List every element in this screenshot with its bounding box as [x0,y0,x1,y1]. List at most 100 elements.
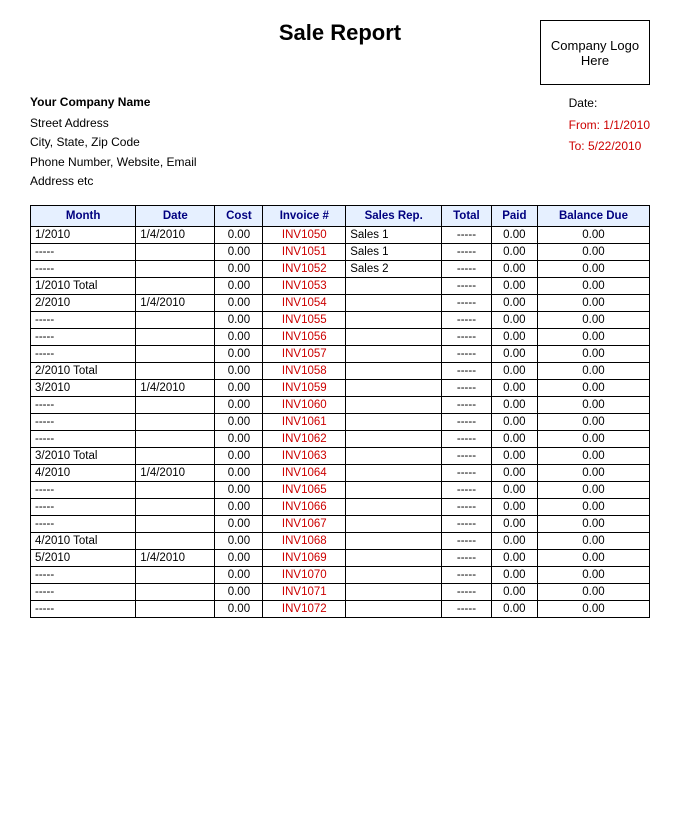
cell-8-3: INV1058 [263,362,346,379]
company-logo-box: Company Logo Here [540,20,650,85]
cell-4-1: 1/4/2010 [136,294,215,311]
cell-17-3: INV1067 [263,515,346,532]
cell-10-6: 0.00 [491,396,537,413]
cell-9-0: 3/2010 [31,379,136,396]
cell-20-0: ----- [31,566,136,583]
company-left: Your Company Name Street Address City, S… [30,93,197,191]
cell-7-2: 0.00 [215,345,263,362]
cell-1-6: 0.00 [491,243,537,260]
cell-15-4 [346,481,442,498]
cell-8-1 [136,362,215,379]
cell-21-2: 0.00 [215,583,263,600]
table-row: -----0.00INV1051Sales 1-----0.000.00 [31,243,650,260]
cell-19-4 [346,549,442,566]
cell-10-0: ----- [31,396,136,413]
table-row: 4/2010 Total0.00INV1068-----0.000.00 [31,532,650,549]
cell-1-7: 0.00 [537,243,649,260]
cell-6-4 [346,328,442,345]
cell-7-6: 0.00 [491,345,537,362]
cell-5-1 [136,311,215,328]
cell-6-3: INV1056 [263,328,346,345]
cell-16-5: ----- [442,498,492,515]
cell-16-3: INV1066 [263,498,346,515]
cell-20-4 [346,566,442,583]
cell-9-2: 0.00 [215,379,263,396]
company-address-etc: Address etc [30,172,197,191]
cell-2-6: 0.00 [491,260,537,277]
cell-9-7: 0.00 [537,379,649,396]
cell-1-0: ----- [31,243,136,260]
cell-3-3: INV1053 [263,277,346,294]
cell-6-7: 0.00 [537,328,649,345]
cell-19-7: 0.00 [537,549,649,566]
cell-14-4 [346,464,442,481]
cell-21-1 [136,583,215,600]
col-header-sales-rep: Sales Rep. [346,205,442,226]
cell-2-2: 0.00 [215,260,263,277]
cell-9-6: 0.00 [491,379,537,396]
cell-18-0: 4/2010 Total [31,532,136,549]
cell-17-5: ----- [442,515,492,532]
cell-5-5: ----- [442,311,492,328]
cell-6-0: ----- [31,328,136,345]
cell-12-2: 0.00 [215,430,263,447]
cell-4-0: 2/2010 [31,294,136,311]
cell-17-7: 0.00 [537,515,649,532]
cell-18-3: INV1068 [263,532,346,549]
cell-21-7: 0.00 [537,583,649,600]
cell-22-6: 0.00 [491,600,537,617]
col-header-date: Date [136,205,215,226]
cell-13-4 [346,447,442,464]
cell-4-6: 0.00 [491,294,537,311]
table-row: 3/20101/4/20100.00INV1059-----0.000.00 [31,379,650,396]
company-city: City, State, Zip Code [30,133,197,152]
cell-8-5: ----- [442,362,492,379]
cell-11-2: 0.00 [215,413,263,430]
cell-1-5: ----- [442,243,492,260]
cell-2-3: INV1052 [263,260,346,277]
table-row: 2/20101/4/20100.00INV1054-----0.000.00 [31,294,650,311]
cell-17-0: ----- [31,515,136,532]
cell-20-6: 0.00 [491,566,537,583]
cell-12-0: ----- [31,430,136,447]
cell-0-3: INV1050 [263,226,346,243]
cell-17-4 [346,515,442,532]
cell-22-1 [136,600,215,617]
page-title: Sale Report [140,20,540,46]
table-row: -----0.00INV1052Sales 2-----0.000.00 [31,260,650,277]
cell-12-3: INV1062 [263,430,346,447]
cell-5-3: INV1055 [263,311,346,328]
cell-1-4: Sales 1 [346,243,442,260]
cell-14-6: 0.00 [491,464,537,481]
col-header-balance: Balance Due [537,205,649,226]
cell-3-6: 0.00 [491,277,537,294]
cell-3-5: ----- [442,277,492,294]
cell-8-0: 2/2010 Total [31,362,136,379]
cell-21-3: INV1071 [263,583,346,600]
table-row: 3/2010 Total0.00INV1063-----0.000.00 [31,447,650,464]
cell-12-6: 0.00 [491,430,537,447]
cell-18-2: 0.00 [215,532,263,549]
cell-6-6: 0.00 [491,328,537,345]
cell-16-0: ----- [31,498,136,515]
cell-11-5: ----- [442,413,492,430]
table-row: -----0.00INV1055-----0.000.00 [31,311,650,328]
cell-15-3: INV1065 [263,481,346,498]
cell-17-1 [136,515,215,532]
cell-7-4 [346,345,442,362]
cell-10-1 [136,396,215,413]
table-row: -----0.00INV1056-----0.000.00 [31,328,650,345]
cell-3-2: 0.00 [215,277,263,294]
table-row: -----0.00INV1062-----0.000.00 [31,430,650,447]
cell-3-4 [346,277,442,294]
cell-14-3: INV1064 [263,464,346,481]
table-row: 1/2010 Total0.00INV1053-----0.000.00 [31,277,650,294]
table-row: -----0.00INV1066-----0.000.00 [31,498,650,515]
cell-20-2: 0.00 [215,566,263,583]
cell-14-5: ----- [442,464,492,481]
cell-12-5: ----- [442,430,492,447]
cell-22-3: INV1072 [263,600,346,617]
cell-18-7: 0.00 [537,532,649,549]
cell-13-5: ----- [442,447,492,464]
table-row: -----0.00INV1061-----0.000.00 [31,413,650,430]
